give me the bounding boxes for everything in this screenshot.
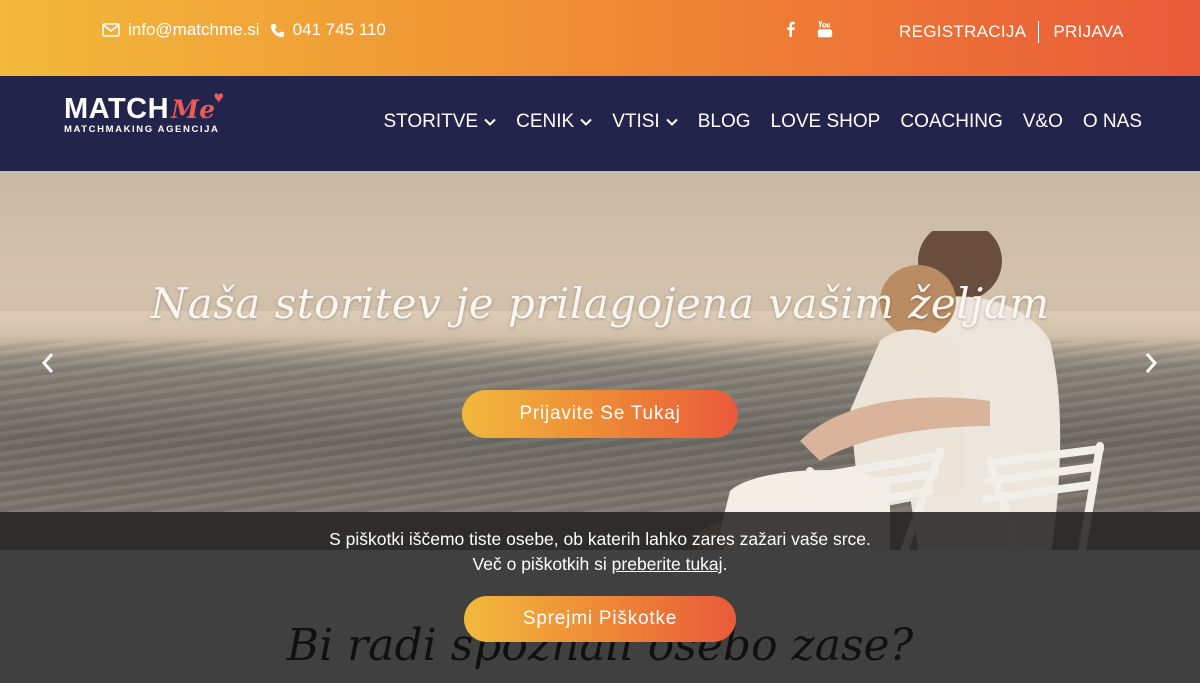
phone-text: 041 745 110 [292,20,386,39]
phone-icon [270,23,284,37]
auth-divider [1038,21,1040,43]
signup-button[interactable]: Prijavite Se Tukaj [462,390,738,438]
nav-item-label: V&O [1022,111,1063,132]
nav-item-label: LOVE SHOP [770,111,881,132]
logo-accent: Me ♥ [171,91,225,124]
facebook-icon[interactable] [786,21,795,37]
logo-tagline: MATCHMAKING AGENCIJA [64,124,220,135]
nav-item-love-shop[interactable]: LOVE SHOP [771,111,881,133]
top-bar: info@matchme.si 041 745 110 REGISTRACIJA… [0,0,1200,76]
cookie-line-2-suffix: . [722,554,728,574]
social-links [786,20,855,38]
login-link[interactable]: PRIJAVA [1053,22,1123,42]
chevron-down-icon [665,118,678,126]
nav-item-label: STORITVE [383,111,479,132]
nav-item-vo[interactable]: V&O [1023,111,1063,133]
chevron-down-icon [484,118,496,126]
email-link[interactable]: info@matchme.si [102,20,260,40]
nav-item-label: COACHING [900,111,1003,132]
email-text: info@matchme.si [128,20,260,39]
cookie-line-2: Več o piškotkih si preberite tukaj. [0,552,1200,577]
auth-links: REGISTRACIJA PRIJAVA [899,21,1124,43]
chevron-down-icon [580,118,592,126]
nav-item-cenik[interactable]: CENIK [516,111,592,133]
nav-item-label: VTISI [612,111,660,132]
youtube-icon[interactable] [817,20,833,38]
cookie-banner: Bi radi spoznali osebo zase? S piškotki … [0,512,1200,683]
chevron-right-icon[interactable] [1143,351,1159,375]
contact-info: info@matchme.si 041 745 110 [102,20,396,40]
nav-item-label: CENIK [516,111,575,132]
cookie-text: S piškotki iščemo tiste osebe, ob kateri… [0,527,1200,577]
chevron-left-icon[interactable] [40,351,56,375]
nav-item-o-nas[interactable]: O NAS [1083,111,1142,133]
nav-item-label: BLOG [697,111,751,132]
nav-item-label: O NAS [1082,111,1142,132]
main-navigation: MATCH Me ♥ MATCHMAKING AGENCIJA STORITVE … [0,76,1200,171]
nav-menu: STORITVE CENIK VTISI BLOG LOVE SHOP COAC… [363,111,1142,133]
cookie-line-1: S piškotki iščemo tiste osebe, ob kateri… [329,529,871,549]
register-link[interactable]: REGISTRACIJA [899,22,1026,42]
logo-wordmark: MATCH Me ♥ [64,91,225,126]
nav-item-coaching[interactable]: COACHING [900,111,1002,133]
envelope-icon [102,23,120,37]
hero-headline: Naša storitev je prilagojena vašim želja… [150,279,1050,328]
nav-item-vtisi[interactable]: VTISI [612,111,678,133]
phone-link[interactable]: 041 745 110 [270,20,386,40]
cookie-line-2-prefix: Več o piškotkih si [472,554,612,574]
accept-cookies-button[interactable]: Sprejmi Piškotke [464,596,736,642]
logo[interactable]: MATCH Me ♥ MATCHMAKING AGENCIJA [64,91,225,135]
cookie-more-link[interactable]: preberite tukaj [612,554,723,574]
logo-word: MATCH [64,93,170,125]
heart-icon: ♥ [213,91,225,105]
nav-item-storitve[interactable]: STORITVE [383,111,496,133]
nav-item-blog[interactable]: BLOG [698,111,751,133]
